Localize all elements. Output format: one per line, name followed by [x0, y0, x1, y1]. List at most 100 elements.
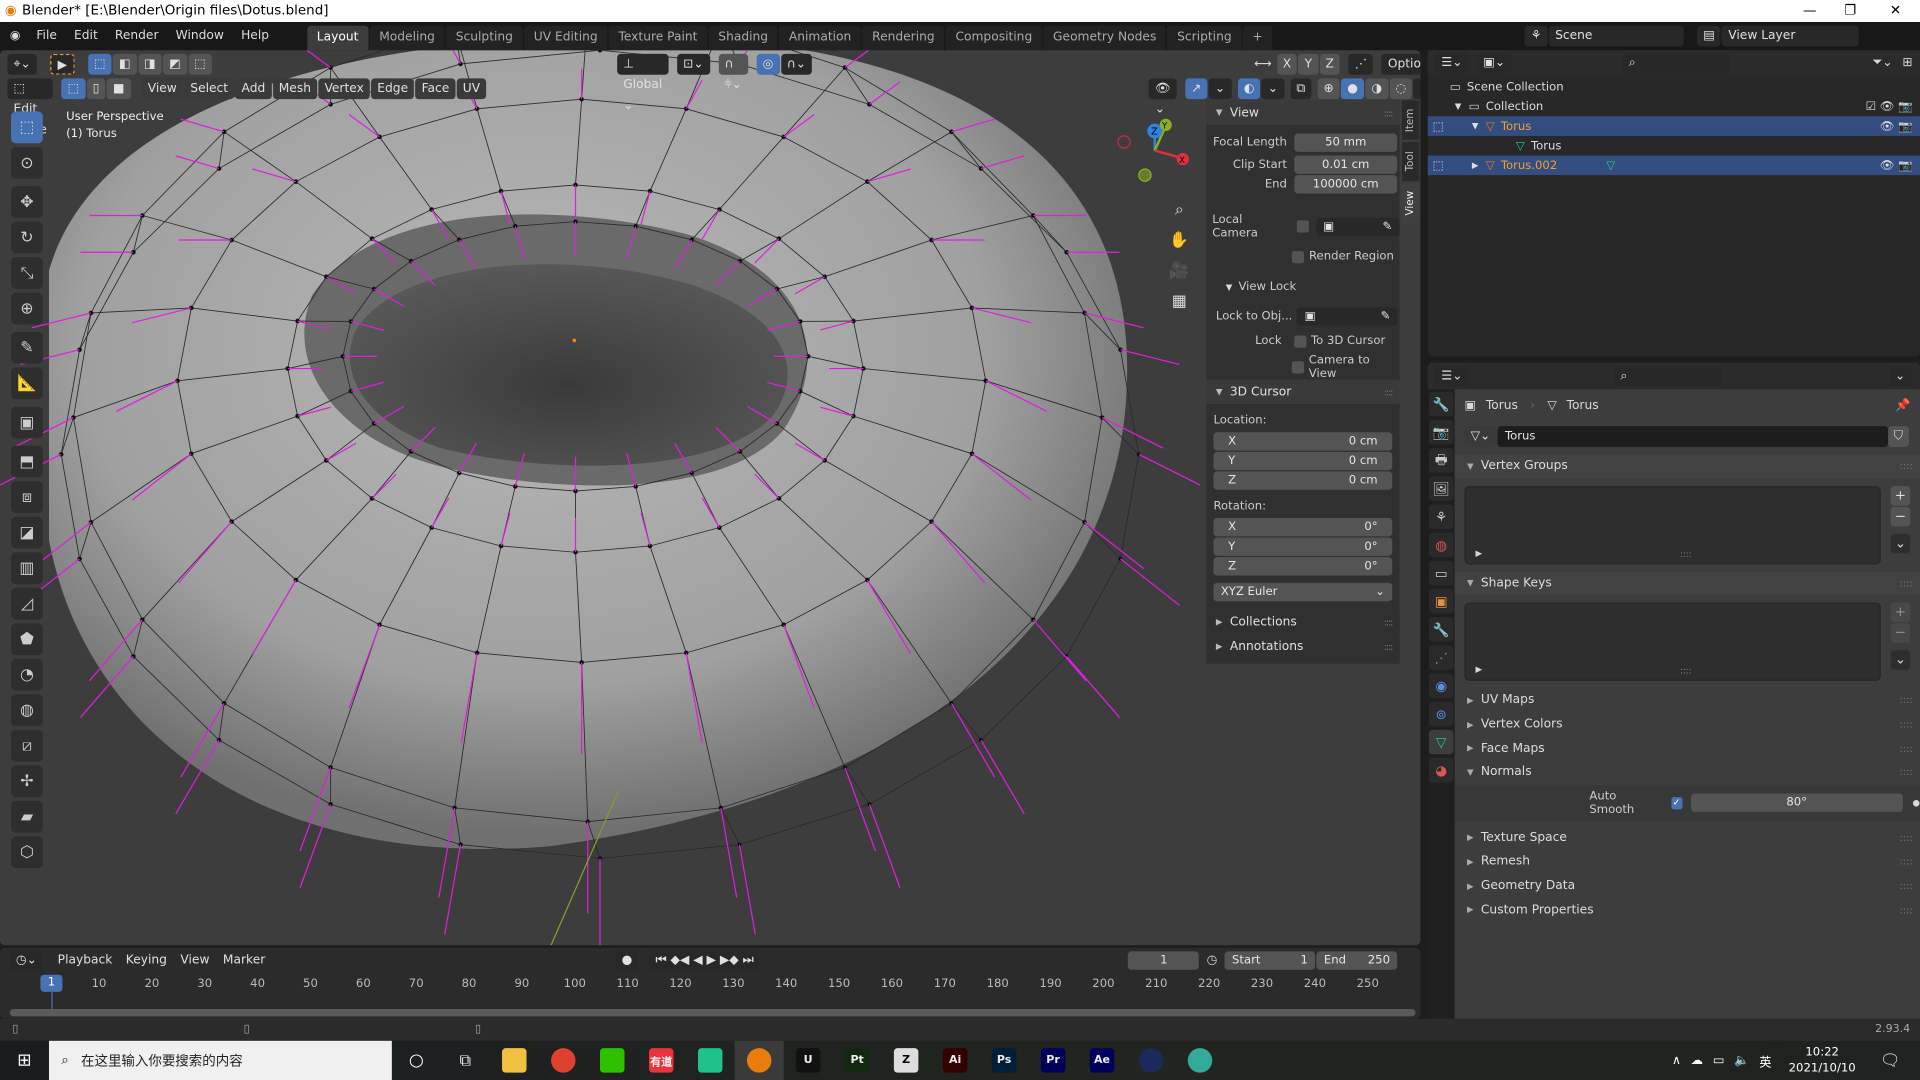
clock[interactable]: 10:22 2021/10/10	[1789, 1044, 1856, 1076]
outliner-search-input[interactable]: ⌕	[1622, 52, 1731, 73]
mirror-x-toggle[interactable]: X	[1276, 53, 1298, 75]
clip-end-field[interactable]: 100000 cm	[1294, 175, 1398, 194]
volume-icon[interactable]: 🔈	[1734, 1054, 1749, 1067]
menu-uv[interactable]: UV	[456, 78, 487, 100]
world-tab-icon[interactable]: ◍	[1428, 532, 1454, 558]
fake-user-shield-icon[interactable]: ⛉	[1887, 426, 1909, 447]
add-shape-key-button[interactable]: +	[1890, 602, 1911, 623]
add-workspace-button[interactable]: +	[1242, 25, 1273, 51]
render-tab-icon[interactable]: 📷	[1428, 420, 1454, 445]
remove-shape-key-button[interactable]: −	[1890, 623, 1911, 644]
select-intersect-icon[interactable]: ⬚	[187, 53, 212, 75]
menu-view[interactable]: View	[141, 78, 183, 100]
keyframe-dot-icon[interactable]: ●	[1913, 798, 1920, 808]
particles-tab-icon[interactable]: ⋰	[1428, 645, 1454, 670]
render-region-checkbox[interactable]	[1291, 250, 1305, 263]
visibility-icon[interactable]: 👁⌄	[1148, 78, 1177, 116]
taskbar-app-after-effects[interactable]: Ae	[1078, 1041, 1127, 1080]
tab-compositing[interactable]: Compositing	[945, 25, 1043, 51]
taskbar-app-app-green[interactable]	[686, 1041, 735, 1080]
taskbar-app-painter[interactable]: Pt	[833, 1041, 882, 1080]
taskbar-app-premiere[interactable]: Pr	[1029, 1041, 1078, 1080]
outliner-display-mode-icon[interactable]: ☰⌄	[1435, 52, 1469, 73]
knife-icon[interactable]: ◿	[11, 587, 43, 620]
view-layer-icon[interactable]: ▤	[1697, 25, 1721, 47]
custom-properties-header[interactable]: ▶ Custom Properties::::	[1455, 898, 1920, 922]
menu-mesh[interactable]: Mesh	[272, 78, 318, 100]
scene-tab-icon[interactable]: ⚘	[1428, 504, 1454, 529]
constraints-tab-icon[interactable]: ⊚	[1428, 701, 1454, 727]
view-layer-tab-icon[interactable]: 🖼	[1428, 476, 1454, 501]
rotation-x-field[interactable]: X 0°	[1213, 517, 1393, 537]
taskbar-app-chrome[interactable]	[539, 1041, 588, 1080]
tab-uv-editing[interactable]: UV Editing	[523, 25, 608, 51]
outliner-item-torus[interactable]: ⬚ ▼ ▽ Torus 👁 📷	[1427, 116, 1920, 136]
taskbar-app-app-globe[interactable]	[1176, 1041, 1225, 1080]
select-invert-icon[interactable]: ◩	[162, 53, 187, 75]
proportional-edit-icon[interactable]: ◎	[756, 53, 780, 75]
scene-name-field[interactable]: Scene	[1548, 25, 1684, 47]
mesh-name-field[interactable]: Torus	[1497, 426, 1888, 447]
taskbar-search-input[interactable]: ⌕ 在这里输入你要搜索的内容	[48, 1040, 392, 1080]
object-tab-icon[interactable]: ▣	[1428, 588, 1454, 614]
extrude-icon[interactable]: ⬒	[11, 445, 43, 478]
spin-icon[interactable]: ◔	[11, 658, 43, 691]
location-y-field[interactable]: Y 0 cm	[1213, 451, 1393, 471]
mirror-y-toggle[interactable]: Y	[1298, 53, 1319, 75]
measure-icon[interactable]: 📐	[11, 367, 43, 400]
rotation-mode-dropdown[interactable]: XYZ Euler ⌄	[1213, 582, 1393, 602]
local-camera-field[interactable]: ▣ ✎	[1315, 217, 1400, 236]
menu-help[interactable]: Help	[233, 22, 278, 50]
camera-view-icon[interactable]: 🎥	[1169, 256, 1189, 287]
annotations-panel-header[interactable]: ▶ Annotations::::	[1206, 634, 1400, 659]
tool-tab-icon[interactable]: 🔧	[1428, 391, 1454, 417]
task-view-icon[interactable]: ⧉	[441, 1041, 490, 1080]
modifier-tab-icon[interactable]: 🔧	[1428, 617, 1454, 642]
mode-selector[interactable]: ⬚ Edit Mode ⌄	[7, 78, 53, 158]
3d-cursor-panel-header[interactable]: ▼ 3D Cursor::::	[1206, 379, 1400, 405]
outliner-filter-view-icon[interactable]: ▣⌄	[1477, 52, 1512, 73]
pin-icon[interactable]: 📌	[1895, 399, 1910, 412]
focal-length-field[interactable]: 50 mm	[1294, 133, 1398, 152]
remove-vertex-group-button[interactable]: −	[1890, 506, 1911, 527]
select-subtract-icon[interactable]: ◨	[137, 53, 162, 75]
scene-selector-icon[interactable]: ⚘	[1524, 25, 1548, 47]
sidebar-tab-view[interactable]: View	[1402, 183, 1420, 223]
vertex-groups-header[interactable]: ▼ Vertex Groups::::	[1454, 454, 1920, 479]
pan-hand-icon[interactable]: ✋	[1169, 225, 1189, 256]
vertex-groups-list[interactable]: ▶::::	[1464, 485, 1881, 564]
gizmo-dropdown[interactable]: ⌄	[1208, 78, 1232, 100]
select-tool-icon[interactable]: ▶	[50, 53, 75, 75]
rip-region-icon[interactable]: ⬡	[11, 836, 43, 869]
poly-build-icon[interactable]: ⬟	[11, 623, 43, 656]
shrink-fatten-icon[interactable]: ✢	[11, 765, 43, 798]
add-cube-icon[interactable]: ▣	[11, 406, 43, 439]
menu-edge[interactable]: Edge	[371, 78, 415, 100]
geometry-data-header[interactable]: ▶ Geometry Data::::	[1455, 874, 1920, 898]
menu-render[interactable]: Render	[106, 22, 167, 50]
vertex-group-specials-dropdown[interactable]: ⌄	[1890, 533, 1911, 553]
add-vertex-group-button[interactable]: +	[1890, 485, 1911, 506]
output-tab-icon[interactable]: 🖶	[1428, 448, 1454, 473]
collection-visibility-icons[interactable]: ☑ 👁 📷	[1866, 100, 1913, 113]
shear-icon[interactable]: ▰	[11, 800, 43, 833]
outliner-filter-icon[interactable]: ⏷⌄	[1873, 56, 1893, 69]
edit-mode-icon[interactable]: ⬚	[1428, 159, 1472, 172]
shape-keys-list[interactable]: ▶::::	[1464, 602, 1881, 682]
taskbar-app-youdao[interactable]: 有道	[637, 1041, 686, 1080]
mesh-browse-dropdown[interactable]: ▽⌄	[1464, 426, 1497, 447]
clip-start-field[interactable]: 0.01 cm	[1294, 155, 1398, 174]
to-3d-cursor-checkbox[interactable]	[1293, 334, 1307, 348]
taskbar-app-photoshop[interactable]: Ps	[980, 1041, 1029, 1080]
outliner-item-torus-002[interactable]: ⬚ ▶ ▽ Torus.002 ▽ 👁 📷	[1427, 155, 1920, 176]
auto-smooth-angle-field[interactable]: 80°	[1690, 793, 1903, 812]
tab-rendering[interactable]: Rendering	[862, 25, 945, 51]
tab-modeling[interactable]: Modeling	[369, 25, 445, 51]
tab-layout[interactable]: Layout	[306, 25, 369, 51]
sidebar-tab-tool[interactable]: Tool	[1402, 142, 1420, 182]
menu-add[interactable]: Add	[235, 78, 272, 100]
maximize-button[interactable]: ❐	[1828, 0, 1872, 22]
editor-type-icon[interactable]: ⌖⌄	[7, 53, 37, 75]
object-visibility-icons[interactable]: 👁 📷	[1880, 119, 1913, 132]
cursor-icon[interactable]: ⊙	[11, 146, 43, 179]
